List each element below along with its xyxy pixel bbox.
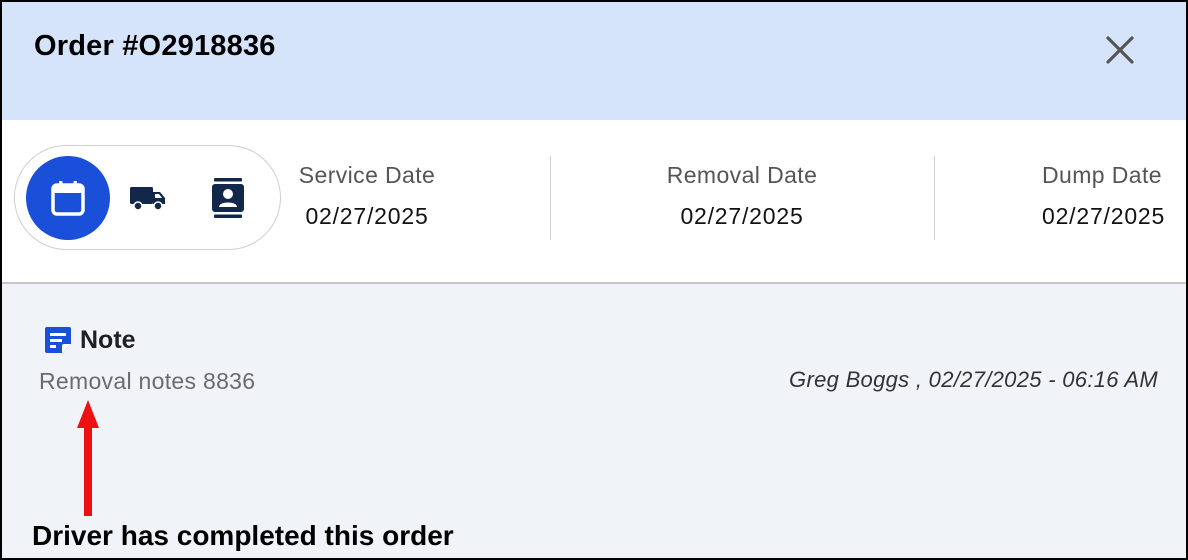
calendar-icon [51,181,85,216]
dump-date-label: Dump Date [1042,162,1162,188]
truck-view-button[interactable] [106,156,190,240]
note-author-timestamp: Greg Boggs , 02/27/2025 - 06:16 AM [789,367,1158,392]
note-icon [45,327,71,353]
truck-icon [130,187,165,211]
page-title: Order #O2918836 [34,30,276,62]
service-date-value: 02/27/2025 [305,203,429,229]
view-toggle-group [14,145,281,250]
service-date: Service Date 02/27/2025 [292,162,442,230]
note-header: Note [42,324,136,356]
contact-card-icon [212,178,244,218]
annotation-caption: Driver has completed this order [32,520,454,551]
calendar-view-button[interactable] [26,156,110,240]
order-dialog: Order #O2918836 Service Date 02/27/2025 … [0,0,1188,560]
dump-date-value: 02/27/2025 [1042,203,1166,229]
close-icon [1106,36,1134,64]
removal-date-value: 02/27/2025 [680,203,804,229]
note-text: Removal notes 8836 [39,368,256,394]
annotation-arrow-icon [77,400,99,516]
dump-date: Dump Date 02/27/2025 [1042,162,1186,230]
dialog-header: Order #O2918836 [2,2,1186,120]
divider [550,156,551,240]
service-date-label: Service Date [298,162,436,188]
divider [934,156,935,240]
removal-date-label: Removal Date [666,162,818,188]
close-button[interactable] [1102,32,1138,68]
note-title: Note [80,325,136,354]
date-strip: Service Date 02/27/2025 Removal Date 02/… [2,120,1186,284]
removal-date: Removal Date 02/27/2025 [652,162,832,230]
contact-view-button[interactable] [186,156,270,240]
